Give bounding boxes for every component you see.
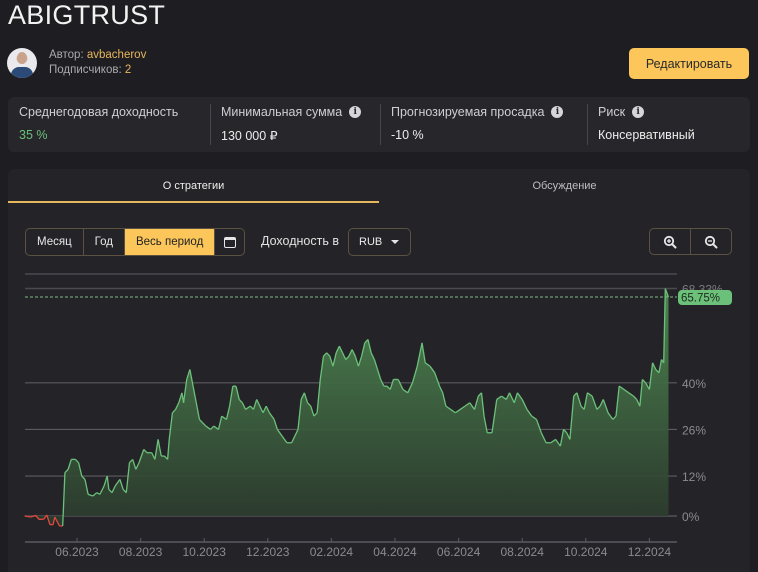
x-tick-label: 10.2024 (564, 545, 608, 559)
x-tick-label: 08.2024 (501, 545, 545, 559)
current-value-label: 65.75% (681, 293, 720, 305)
y-tick-label: 40% (682, 377, 706, 391)
x-tick-label: 06.2024 (437, 545, 481, 559)
yield-chart[interactable]: 0%12%26%40%68.33%65.75%06.2023 08.2023 10.… (0, 0, 758, 572)
x-tick-label: 06.2023 (55, 545, 99, 559)
y-tick-label: 0% (682, 510, 700, 524)
x-tick-label: 12.2024 (628, 545, 672, 559)
y-tick-label: 26% (682, 423, 706, 437)
yield-area (24, 288, 669, 526)
x-tick-label: 08.2023 (119, 545, 163, 559)
x-tick-label: 02.2024 (310, 545, 354, 559)
y-tick-label: 12% (682, 470, 706, 484)
x-tick-label: 10.2023 (183, 545, 227, 559)
x-tick-label: 04.2024 (373, 545, 417, 559)
x-tick-label: 12.2023 (246, 545, 290, 559)
